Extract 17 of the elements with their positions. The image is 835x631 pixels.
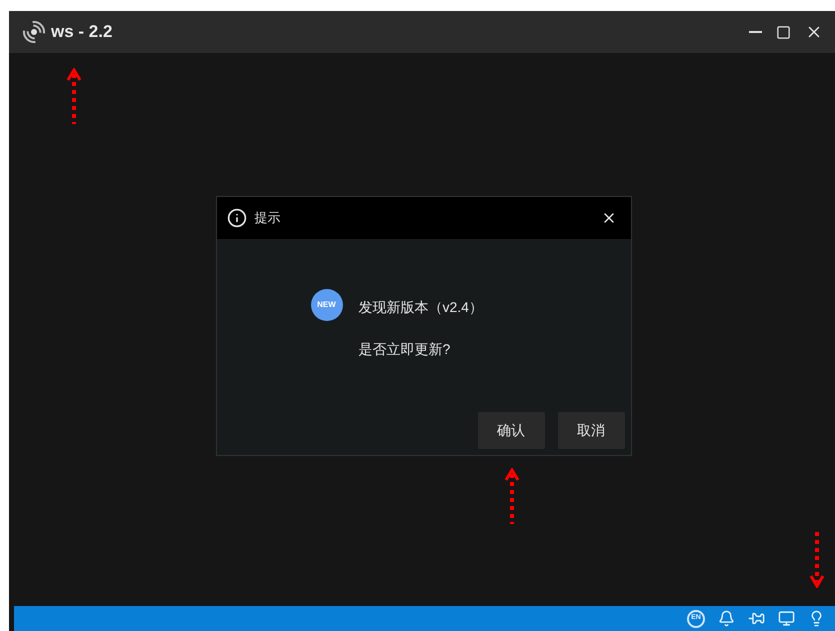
window-title: ws - 2.2 [51, 21, 112, 44]
minimize-icon [749, 31, 762, 33]
pin-icon[interactable] [748, 610, 765, 627]
cancel-button[interactable]: 取消 [558, 412, 624, 448]
maximize-icon [776, 24, 791, 40]
monitor-icon[interactable] [778, 610, 795, 627]
info-icon [226, 208, 246, 228]
arrow-up-icon [504, 468, 520, 524]
new-badge: NEW [310, 288, 342, 320]
arrow-down-icon [809, 532, 825, 588]
update-question: 是否立即更新? [358, 340, 452, 358]
dialog-title: 提示 [254, 208, 280, 227]
update-message: 发现新版本（v2.4） [358, 298, 483, 316]
confirm-button[interactable]: 确认 [478, 412, 544, 448]
signal-icon [21, 21, 45, 43]
arrow-up-icon [66, 68, 82, 124]
bell-icon[interactable] [718, 610, 735, 627]
